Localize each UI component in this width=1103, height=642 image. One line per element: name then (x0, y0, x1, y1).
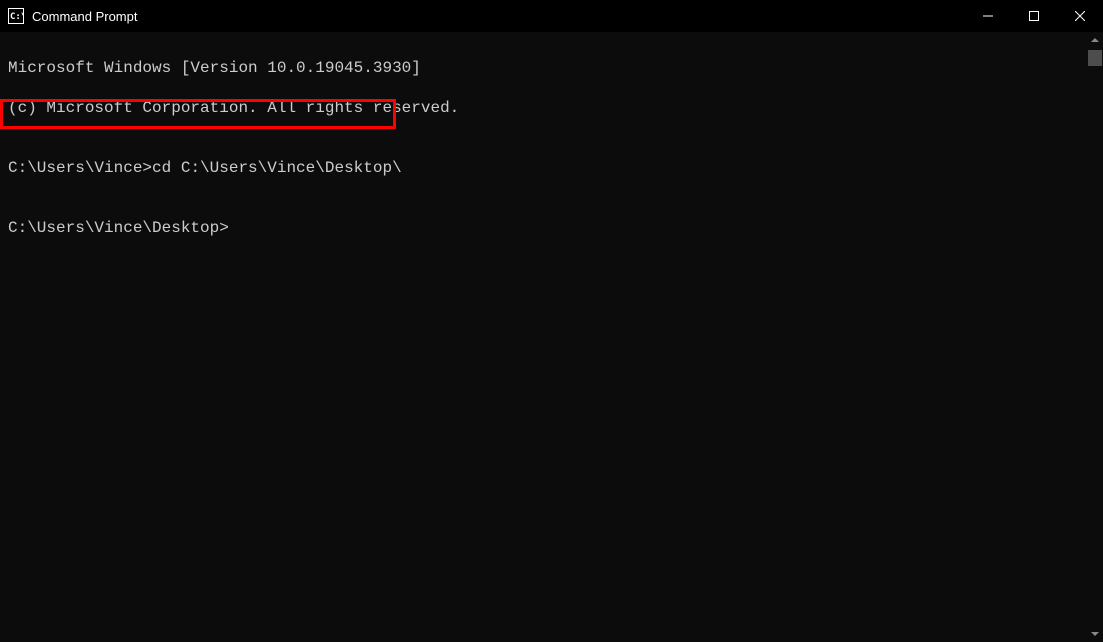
copyright-line: (c) Microsoft Corporation. All rights re… (8, 98, 1095, 118)
prompt-prefix: C:\Users\Vince> (8, 159, 152, 177)
titlebar[interactable]: C:\ Command Prompt (0, 0, 1103, 32)
window-controls (965, 0, 1103, 32)
maximize-button[interactable] (1011, 0, 1057, 32)
close-button[interactable] (1057, 0, 1103, 32)
scroll-thumb[interactable] (1088, 50, 1102, 66)
current-prompt: C:\Users\Vince\Desktop> (8, 218, 1095, 238)
minimize-button[interactable] (965, 0, 1011, 32)
vertical-scrollbar[interactable] (1087, 32, 1103, 642)
scroll-up-arrow-icon[interactable] (1087, 32, 1103, 48)
window-title: Command Prompt (32, 9, 137, 24)
terminal-output[interactable]: Microsoft Windows [Version 10.0.19045.39… (0, 32, 1103, 264)
command-line-1: C:\Users\Vince>cd C:\Users\Vince\Desktop… (8, 158, 1095, 178)
cmd-icon: C:\ (8, 8, 24, 24)
command-text: cd C:\Users\Vince\Desktop\ (152, 159, 402, 177)
titlebar-left: C:\ Command Prompt (8, 8, 137, 24)
scroll-down-arrow-icon[interactable] (1087, 626, 1103, 642)
version-line: Microsoft Windows [Version 10.0.19045.39… (8, 58, 1095, 78)
svg-text:C:\: C:\ (10, 12, 24, 22)
